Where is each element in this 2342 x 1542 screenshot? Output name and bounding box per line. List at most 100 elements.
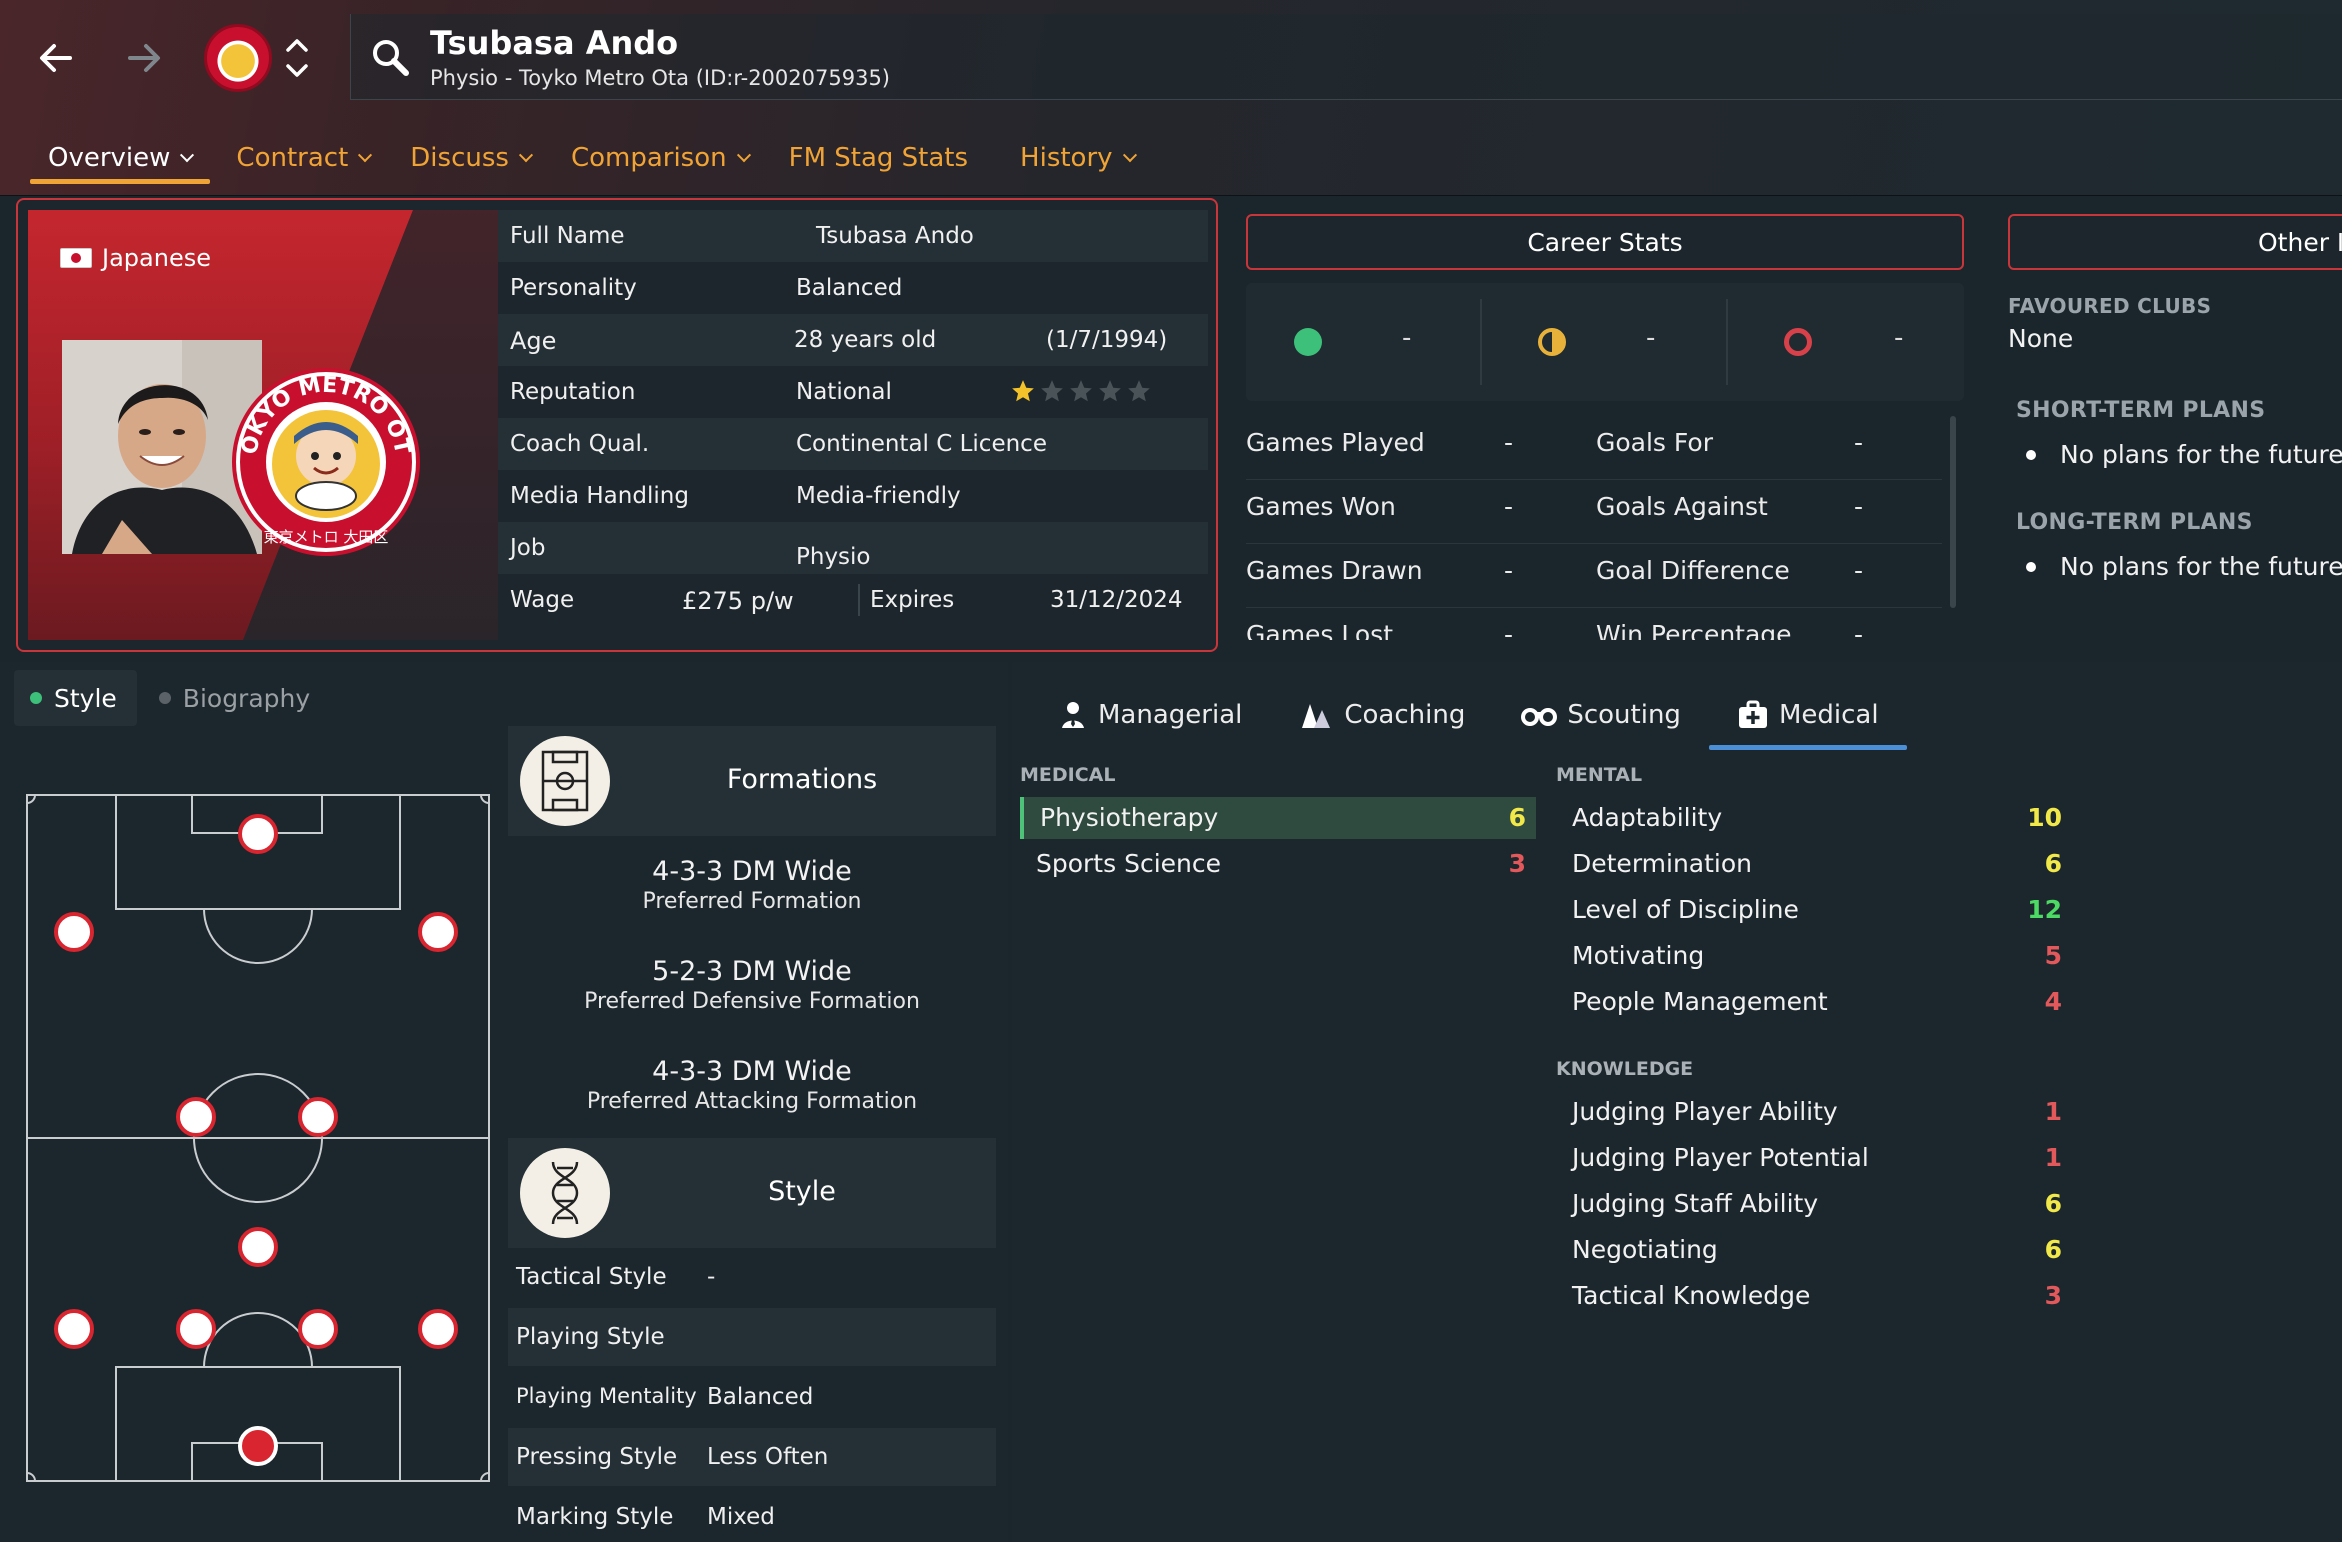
attribute-name: Judging Player Ability <box>1572 1097 1838 1126</box>
attribute-row-level-of-discipline[interactable]: Level of Discipline 12 <box>1556 889 2072 931</box>
attribute-row-judging-staff-ability[interactable]: Judging Staff Ability 6 <box>1556 1183 2072 1225</box>
tab-managerial[interactable]: Managerial <box>1030 680 1270 750</box>
attribute-value: 6 <box>2044 849 2062 878</box>
attribute-row-judging-player-potential[interactable]: Judging Player Potential 1 <box>1556 1137 2072 1179</box>
player-marker[interactable] <box>298 1097 338 1137</box>
club-logo[interactable] <box>204 24 272 92</box>
tab-history[interactable]: History <box>1002 132 1153 184</box>
long-term-plans-value: No plans for the future <box>2060 552 2342 581</box>
favoured-clubs-value: None <box>2008 324 2074 353</box>
stats-row: Games Played - Goals For - <box>1246 416 1942 480</box>
reputation-stars <box>1010 378 1152 404</box>
style-row-mentality: Playing Mentality Balanced <box>508 1368 996 1426</box>
style-row-tactical: Tactical Style - <box>508 1248 996 1306</box>
draw-half-dot-icon <box>1538 328 1566 356</box>
person-search-bar[interactable]: Tsubasa Ando Physio - Toyko Metro Ota (I… <box>350 14 2342 100</box>
detail-row-personality: Personality Balanced <box>498 262 1208 314</box>
attribute-row-negotiating[interactable]: Negotiating 6 <box>1556 1229 2072 1271</box>
medical-kit-icon <box>1738 700 1767 728</box>
style-row-marking: Marking Style Mixed <box>508 1488 996 1542</box>
player-marker[interactable] <box>238 1227 278 1267</box>
player-marker[interactable] <box>418 912 458 952</box>
formation-desc: Preferred Defensive Formation <box>584 989 920 1014</box>
attribute-value: 5 <box>2044 941 2062 970</box>
attribute-name: Tactical Knowledge <box>1572 1281 1811 1310</box>
attribute-row-determination[interactable]: Determination 6 <box>1556 843 2072 885</box>
tab-discuss[interactable]: Discuss <box>392 132 549 184</box>
attribute-row-physiotherapy[interactable]: Physiotherapy 6 <box>1020 797 1536 839</box>
player-marker[interactable] <box>176 1097 216 1137</box>
stat-value: - <box>1854 620 1864 640</box>
detail-label: Personality <box>510 275 637 301</box>
player-marker[interactable] <box>418 1309 458 1349</box>
up-down-chevron-icon[interactable] <box>282 30 312 86</box>
formation-name: 5-2-3 DM Wide <box>652 956 852 987</box>
player-marker[interactable] <box>238 814 278 854</box>
tab-style[interactable]: Style <box>14 670 137 726</box>
coaching-cone-icon <box>1302 704 1331 728</box>
player-marker[interactable] <box>298 1309 338 1349</box>
attribute-row-motivating[interactable]: Motivating 5 <box>1556 935 2072 977</box>
stat-label: Goal Difference <box>1596 556 1790 585</box>
stats-row: Games Lost - Win Percentage - <box>1246 608 1942 640</box>
style-title: Style <box>768 1176 836 1207</box>
tab-medical[interactable]: Medical <box>1708 680 1907 750</box>
detail-value: Continental C Licence <box>796 431 1047 457</box>
star-empty-icon <box>1128 380 1150 402</box>
tab-overview[interactable]: Overview <box>30 132 211 184</box>
tab-biography[interactable]: Biography <box>143 670 330 726</box>
nationality[interactable]: Japanese <box>60 244 211 272</box>
pitch-icon <box>520 736 610 826</box>
profile-card: Japanese OKYO METRO OT 東京メトロ 大田区 Full Na… <box>16 198 1218 652</box>
formation-item: 4-3-3 DM Wide Preferred Attacking Format… <box>508 1056 996 1114</box>
chevron-down-icon <box>358 148 373 163</box>
stats-row: Games Drawn - Goal Difference - <box>1246 544 1942 608</box>
detail-value: Media-friendly <box>796 483 961 509</box>
other-info-button[interactable]: Other I <box>2008 214 2342 270</box>
attribute-row-judging-player-ability[interactable]: Judging Player Ability 1 <box>1556 1091 2072 1133</box>
wage-value: £275 p/w <box>682 587 794 615</box>
career-stats-button[interactable]: Career Stats <box>1246 214 1964 270</box>
attribute-tabs: Managerial Coaching Scouting Medical <box>1030 680 1907 750</box>
attribute-row-tactical-knowledge[interactable]: Tactical Knowledge 3 <box>1556 1275 2072 1317</box>
stat-value: - <box>1504 620 1514 640</box>
stat-label: Games Played <box>1246 428 1425 457</box>
style-label: Pressing Style <box>516 1444 678 1470</box>
detail-value: 28 years old <box>794 327 937 353</box>
goalkeeper-marker[interactable] <box>238 1426 278 1466</box>
back-button[interactable] <box>28 30 84 86</box>
stat-label: Goals Against <box>1596 492 1768 521</box>
stat-value: - <box>1504 428 1514 457</box>
player-marker[interactable] <box>54 1309 94 1349</box>
losses-value: - <box>1894 323 1904 353</box>
dna-icon <box>520 1148 610 1238</box>
tab-comparison[interactable]: Comparison <box>553 132 767 184</box>
player-marker[interactable] <box>54 912 94 952</box>
short-term-plans-value: No plans for the future <box>2060 440 2342 469</box>
divider <box>858 584 860 616</box>
attribute-row-adaptability[interactable]: Adaptability 10 <box>1556 797 2072 839</box>
chevron-down-icon <box>518 148 534 163</box>
main-tabs: Overview Contract Discuss Comparison FM … <box>30 132 1153 184</box>
detail-row-reputation: Reputation National <box>498 366 1208 418</box>
attribute-name: Physiotherapy <box>1040 803 1219 832</box>
attribute-row-sports-science[interactable]: Sports Science 3 <box>1020 843 1536 885</box>
detail-label: Wage <box>510 587 575 613</box>
tab-coaching[interactable]: Coaching <box>1270 680 1493 750</box>
divider <box>1480 299 1482 385</box>
photo-panel: Japanese OKYO METRO OT 東京メトロ 大田区 <box>28 210 498 640</box>
detail-row-coach-qual: Coach Qual. Continental C Licence <box>498 418 1208 470</box>
stats-scrollbar[interactable] <box>1950 416 1956 608</box>
attribute-row-people-management[interactable]: People Management 4 <box>1556 981 2072 1023</box>
attribute-name: Adaptability <box>1572 803 1723 832</box>
stat-label: Goals For <box>1596 428 1713 457</box>
search-icon[interactable] <box>367 34 415 82</box>
tab-fm-stag-stats[interactable]: FM Stag Stats <box>771 132 986 184</box>
forward-button[interactable] <box>116 30 172 86</box>
player-marker[interactable] <box>176 1309 216 1349</box>
tab-label: Comparison <box>570 143 727 173</box>
tab-label: Scouting <box>1567 700 1681 730</box>
tab-scouting[interactable]: Scouting <box>1493 680 1709 750</box>
tab-contract[interactable]: Contract <box>218 132 388 184</box>
style-header: Style <box>508 1138 996 1248</box>
